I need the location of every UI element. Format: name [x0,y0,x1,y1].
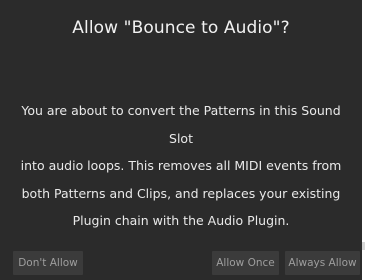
window-edge [362,0,366,280]
always-allow-button[interactable]: Always Allow [285,251,360,275]
dialog-message: You are about to convert the Patterns in… [18,97,344,235]
permission-dialog: Allow "Bounce to Audio"? You are about t… [0,0,362,280]
message-line: You are about to convert the Patterns in… [21,103,341,146]
message-line: into audio loops. This removes all MIDI … [20,158,342,173]
dont-allow-button[interactable]: Don't Allow [13,251,83,275]
message-line: Plugin chain with the Audio Plugin. [72,213,290,228]
message-line: both Patterns and Clips, and replaces yo… [21,185,341,201]
allow-once-button[interactable]: Allow Once [212,251,279,275]
edge-marker [362,242,365,250]
dialog-title: Allow "Bounce to Audio"? [72,18,290,38]
